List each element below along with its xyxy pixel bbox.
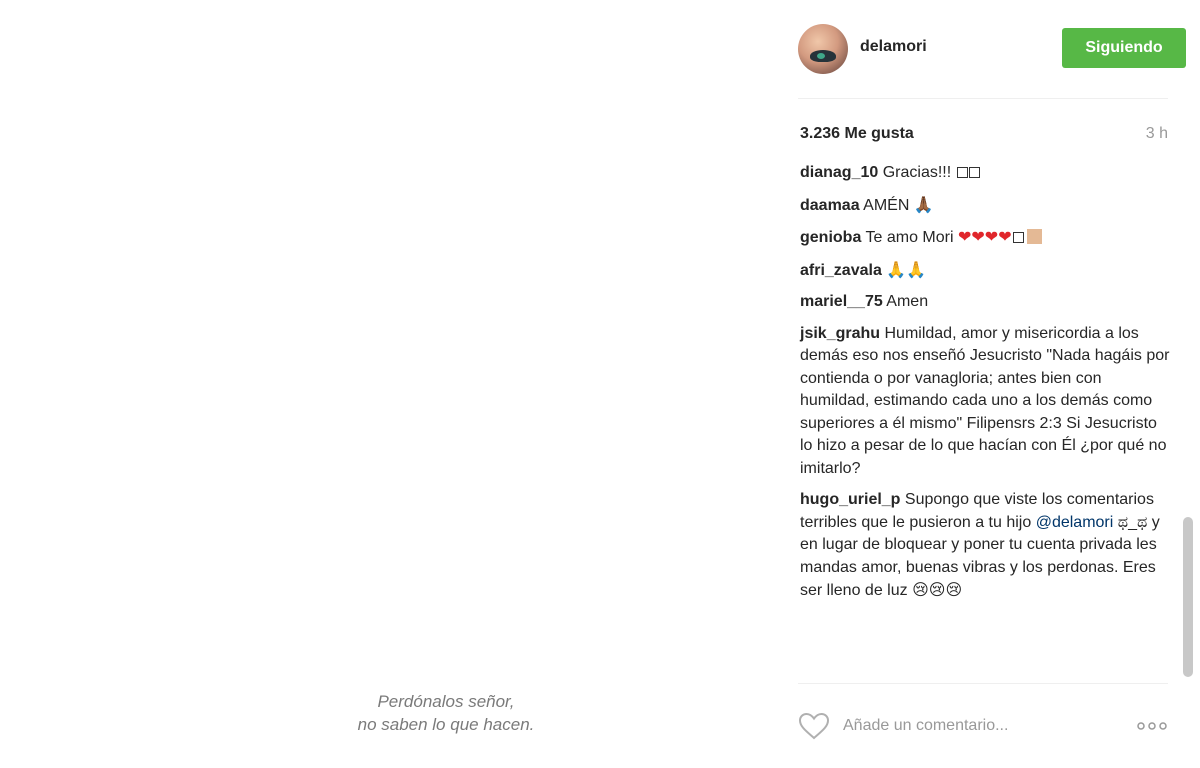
comments-scrollbar[interactable] (1183, 517, 1193, 677)
likes-row: 3.236 Me gusta 3 h (800, 125, 1168, 147)
post-time[interactable]: 3 h (1146, 125, 1168, 143)
comment-item: dianag_10 Gracias!!! (800, 162, 1170, 185)
username-link[interactable]: delamori (860, 38, 927, 56)
comment-item: mariel__75 Amen (800, 291, 1170, 314)
mention-link[interactable]: @delamori (1036, 514, 1114, 531)
missing-glyph-icon (1012, 232, 1024, 243)
comment-text: Humildad, amor y misericordia a los demá… (800, 324, 1170, 477)
comment-item: hugo_uriel_p Supongo que viste los comen… (800, 489, 1170, 603)
comment-item: jsik_grahu Humildad, amor y misericordia… (800, 323, 1170, 481)
comment-username[interactable]: jsik_grahu (800, 325, 880, 342)
comment-username[interactable]: dianag_10 (800, 164, 878, 181)
image-caption: Perdónalos señor, no saben lo que hacen. (0, 690, 892, 736)
praying-hands-icon: 🙏🏾 (913, 194, 934, 214)
missing-glyph-icon (968, 167, 980, 178)
caption-line-2: no saben lo que hacen. (357, 715, 535, 734)
missing-glyph-icon (956, 167, 968, 178)
hearts-icon: ❤❤❤❤ (957, 227, 1012, 246)
heart-icon[interactable] (798, 712, 830, 740)
likes-count[interactable]: 3.236 Me gusta (800, 125, 914, 142)
comments-list: dianag_10 Gracias!!! daamaa AMÉN 🙏🏾 geni… (800, 162, 1170, 612)
praying-hands-icon: 🙏🙏 (886, 259, 927, 279)
comment-username[interactable]: hugo_uriel_p (800, 491, 900, 508)
header-divider (798, 98, 1168, 99)
skin-tone-icon (1026, 229, 1042, 244)
comment-text: Gracias!!! (882, 164, 952, 181)
comments-divider (798, 683, 1168, 684)
comment-text: Te amo Mori (865, 229, 954, 246)
comment-username[interactable]: genioba (800, 229, 861, 246)
post-header: delamori Siguiendo (798, 24, 1186, 76)
add-comment-bar (798, 708, 1168, 744)
comment-input[interactable] (843, 715, 1113, 737)
comment-text: AMÉN (863, 196, 910, 214)
comment-text: Amen (886, 293, 929, 310)
caption-line-1: Perdónalos señor, (377, 692, 515, 711)
crying-face-icon: 😢😢😢 (912, 580, 963, 599)
comment-item: daamaa AMÉN 🙏🏾 (800, 194, 1170, 218)
avatar[interactable] (798, 24, 848, 74)
comment-username[interactable]: afri_zavala (800, 262, 882, 279)
post-image (0, 0, 780, 768)
comment-username[interactable]: daamaa (800, 197, 860, 214)
post-sidebar: delamori Siguiendo 3.236 Me gusta 3 h di… (780, 0, 1200, 768)
comment-item: genioba Te amo Mori ❤❤❤❤ (800, 226, 1170, 250)
more-options-icon[interactable] (1136, 720, 1168, 732)
comment-username[interactable]: mariel__75 (800, 293, 883, 310)
following-button[interactable]: Siguiendo (1062, 28, 1186, 68)
comment-item: afri_zavala 🙏🙏 (800, 259, 1170, 283)
